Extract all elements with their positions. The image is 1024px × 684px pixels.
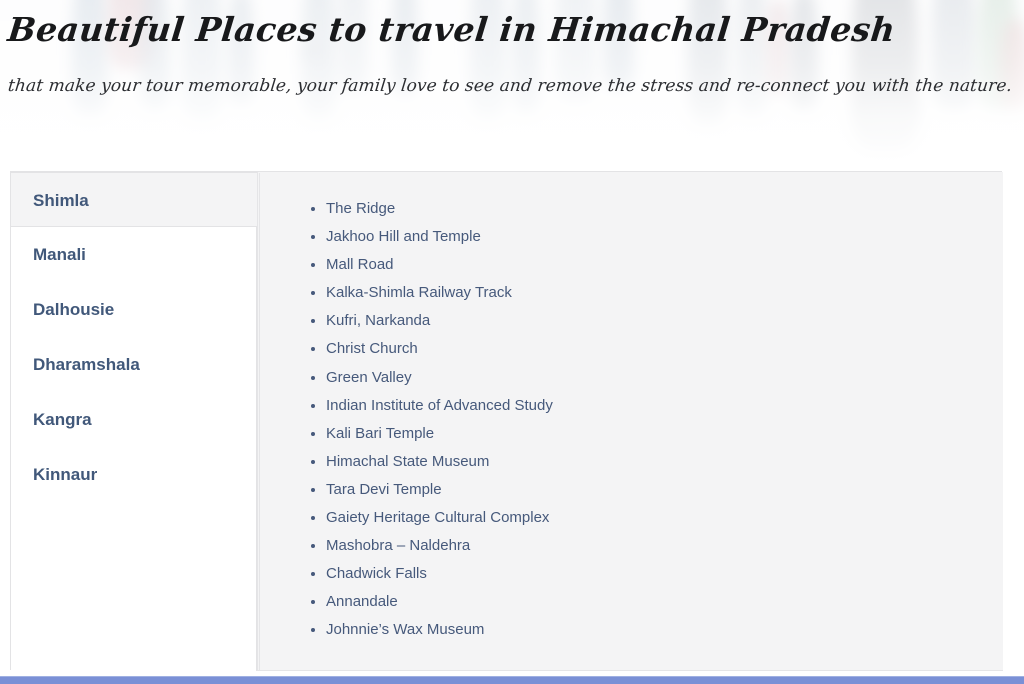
- bullet-icon: [311, 600, 315, 605]
- list-item: Mall Road: [260, 256, 1003, 274]
- list-item: Himachal State Museum: [260, 453, 1003, 471]
- place-label: Green Valley: [326, 368, 412, 386]
- bullet-icon: [311, 235, 315, 240]
- list-item: Tara Devi Temple: [260, 481, 1003, 499]
- list-item: Johnnie’s Wax Museum: [260, 621, 1003, 639]
- list-item: The Ridge: [260, 200, 1003, 218]
- list-item: Mashobra – Naldehra: [260, 537, 1003, 555]
- destination-tab-panel: Shimla Manali Dalhousie Dharamshala Kang…: [10, 171, 1003, 671]
- tab-label: Dharamshala: [33, 355, 140, 374]
- bullet-icon: [311, 572, 315, 577]
- destination-tablist: Shimla Manali Dalhousie Dharamshala Kang…: [11, 172, 257, 502]
- place-label: Kalka-Shimla Railway Track: [326, 284, 512, 302]
- list-item: Kali Bari Temple: [260, 425, 1003, 443]
- place-label: Christ Church: [326, 340, 418, 358]
- place-label: Annandale: [326, 593, 398, 611]
- page-title: Beautiful Places to travel in Himachal P…: [5, 10, 898, 49]
- place-label: Kufri, Narkanda: [326, 312, 431, 330]
- tab-label: Manali: [33, 245, 86, 264]
- tab-kangra[interactable]: Kangra: [11, 392, 257, 447]
- list-item: Annandale: [260, 593, 1003, 611]
- place-label: The Ridge: [326, 200, 396, 217]
- place-label: Indian Institute of Advanced Study: [326, 396, 553, 414]
- bullet-icon: [311, 544, 315, 549]
- hero-banner: Beautiful Places to travel in Himachal P…: [0, 0, 1024, 163]
- list-item: Kufri, Narkanda: [260, 312, 1003, 330]
- list-item: Kalka-Shimla Railway Track: [260, 284, 1003, 302]
- tab-label: Shimla: [33, 191, 89, 210]
- tab-shimla[interactable]: Shimla: [11, 172, 257, 227]
- bottom-accent-bar: [0, 676, 1024, 684]
- list-item: Indian Institute of Advanced Study: [260, 397, 1003, 415]
- bullet-icon: [311, 375, 315, 380]
- bullet-icon: [311, 516, 315, 521]
- place-label: Chadwick Falls: [326, 565, 427, 583]
- tab-label: Dalhousie: [33, 300, 115, 319]
- places-list: The Ridge Jakhoo Hill and Temple Mall Ro…: [260, 173, 1003, 639]
- tab-manali[interactable]: Manali: [11, 227, 257, 282]
- place-label: Johnnie’s Wax Museum: [326, 621, 485, 639]
- bullet-icon: [311, 431, 315, 436]
- bullet-icon: [311, 459, 315, 464]
- tab-kinnaur[interactable]: Kinnaur: [11, 447, 257, 502]
- bullet-icon: [311, 403, 315, 408]
- list-item: Green Valley: [260, 369, 1003, 387]
- list-item: Christ Church: [260, 340, 1003, 358]
- place-label: Mashobra – Naldehra: [326, 537, 471, 555]
- tab-label: Kinnaur: [33, 465, 98, 484]
- tab-dharamshala[interactable]: Dharamshala: [11, 337, 257, 392]
- bullet-icon: [311, 291, 315, 296]
- list-item: Jakhoo Hill and Temple: [260, 228, 1003, 246]
- place-label: Gaiety Heritage Cultural Complex: [326, 509, 550, 527]
- bullet-icon: [311, 347, 315, 352]
- place-label: Kali Bari Temple: [326, 424, 435, 442]
- tab-label: Kangra: [33, 410, 92, 429]
- bullet-icon: [311, 487, 315, 492]
- bullet-icon: [311, 207, 315, 211]
- page-subtitle: that make your tour memorable, your fami…: [6, 76, 1014, 96]
- list-item: Gaiety Heritage Cultural Complex: [260, 509, 1003, 527]
- bullet-icon: [311, 319, 315, 324]
- place-label: Tara Devi Temple: [326, 480, 442, 498]
- tab-content-pane: The Ridge Jakhoo Hill and Temple Mall Ro…: [257, 172, 1003, 671]
- bullet-icon: [311, 263, 315, 268]
- list-item: Chadwick Falls: [260, 565, 1003, 583]
- place-label: Himachal State Museum: [326, 452, 490, 470]
- place-label: Jakhoo Hill and Temple: [326, 228, 481, 246]
- tab-dalhousie[interactable]: Dalhousie: [11, 282, 257, 337]
- place-label: Mall Road: [326, 256, 394, 274]
- bullet-icon: [311, 628, 315, 633]
